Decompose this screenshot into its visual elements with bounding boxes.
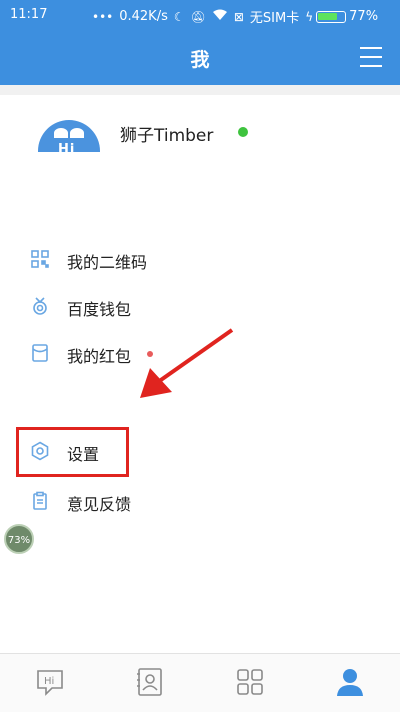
tab-me[interactable] [334,666,366,698]
app-header: 我 [0,30,400,85]
header-divider [0,85,400,95]
battery-percent: 77% [349,9,379,24]
moon-icon: ☾ [173,9,185,24]
tab-chat[interactable]: Hi [34,666,66,698]
status-bar: 11:17 ••• 0.42K/s ☾ 🔕︎ ⊠ 无SIM卡 ϟ 77% [0,0,400,30]
status-indicators: ••• 0.42K/s ☾ 🔕︎ ⊠ 无SIM卡 ϟ 77% [92,7,392,26]
menu-item-label: 百度钱包 [67,300,132,319]
bottom-tab-bar: Hi [0,653,400,712]
page-title: 我 [190,49,210,71]
floating-memory-badge[interactable]: 73% [4,524,34,554]
profile-name: 狮子Timber [120,126,214,146]
carrier-label: 无SIM卡 [249,11,300,26]
tab-apps[interactable] [234,666,266,698]
menu-item-label: 我的二维码 [67,253,148,272]
tab-chat-label: Hi [44,676,54,687]
charging-icon: ϟ [305,9,314,24]
menu-item-qrcode[interactable]: 我的二维码 [0,240,400,280]
net-speed: 0.42K/s [119,9,168,24]
more-dots-icon: ••• [92,9,114,24]
settings-highlight-box [16,427,129,477]
red-packet-icon [30,343,50,363]
qrcode-icon [30,249,50,269]
wifi-icon [212,9,228,24]
avatar-hi-text: Hi [58,142,76,152]
hi-chat-icon: Hi [37,670,63,696]
online-status-dot [238,127,248,137]
new-badge-dot [147,351,153,357]
menu-item-feedback[interactable]: 意见反馈 [0,482,400,522]
avatar[interactable]: Hi [38,120,100,152]
contacts-icon [137,668,162,696]
mute-bell-icon: 🔕︎ [190,9,206,24]
menu-item-wallet[interactable]: 百度钱包 [0,287,400,327]
battery-icon [316,10,347,23]
menu-item-label: 我的红包 [67,347,132,366]
menu-item-label: 意见反馈 [67,495,132,514]
hamburger-menu-icon[interactable] [360,47,382,67]
user-icon [337,669,363,696]
menu-item-red-packet[interactable]: 我的红包 [0,334,400,374]
profile-card[interactable]: Hi 狮子Timber [0,95,400,152]
wallet-icon [30,296,50,316]
grid-icon [237,669,263,695]
tab-contacts[interactable] [134,666,166,698]
battery-indicator: ϟ 77% [305,9,378,24]
no-sim-icon: ⊠ [233,9,244,24]
status-time: 11:17 [10,7,48,22]
feedback-icon [30,491,50,511]
